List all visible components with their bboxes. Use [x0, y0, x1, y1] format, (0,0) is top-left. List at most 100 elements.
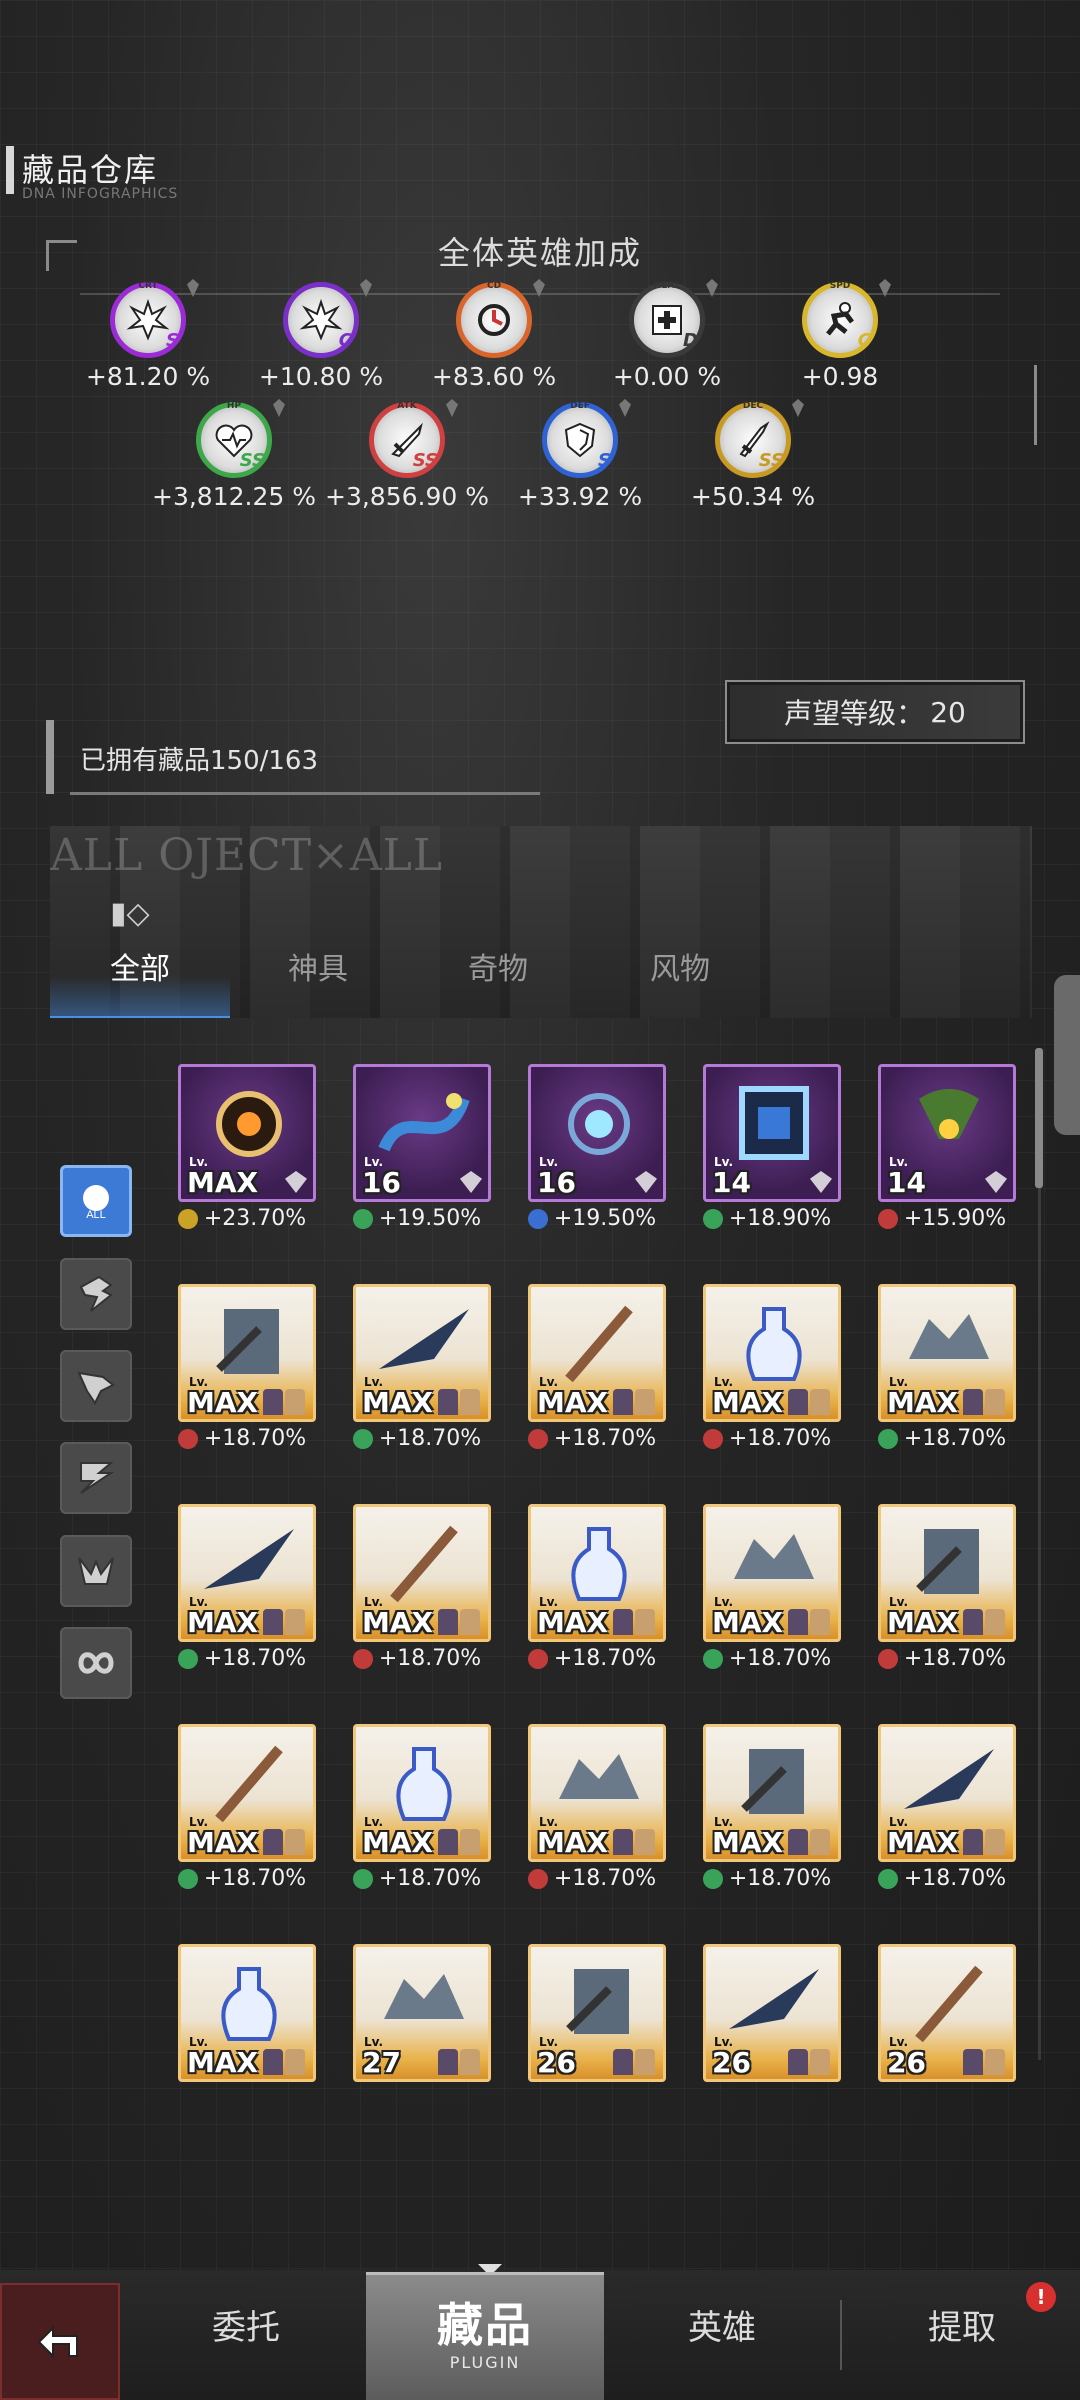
item-bonus: +18.70% [518, 1646, 666, 1671]
hero-avatar [985, 2049, 1005, 2075]
pin-icon [273, 399, 285, 417]
bonus-stat[interactable]: HP SS +3,812.25 % [149, 399, 319, 511]
hero-avatar [285, 1609, 305, 1635]
collection-item[interactable]: Lv. MAX +18.70% [352, 1504, 491, 1671]
item-art [746, 1307, 802, 1381]
filter-type-2[interactable] [60, 1350, 132, 1422]
item-bonus: +18.70% [343, 1646, 491, 1671]
stat-value: +33.92 % [517, 482, 643, 511]
item-art [565, 1305, 633, 1383]
collection-item[interactable]: Lv. 14 +18.90% [702, 1064, 841, 1231]
gem-icon [985, 1171, 1007, 1193]
bonus-stat[interactable]: DEF S +33.92 % [495, 399, 665, 511]
atk-stat-icon [177, 1428, 198, 1449]
collection-item[interactable]: Lv. 14 +15.90% [877, 1064, 1016, 1231]
collection-item[interactable]: Lv. MAX +18.70% [352, 1724, 491, 1891]
item-bonus-value: +18.70% [903, 1866, 1007, 1891]
item-card: Lv. 16 [528, 1064, 666, 1202]
bonus-stat[interactable]: C +10.80 % [236, 279, 406, 391]
collection-item[interactable]: Lv. MAX +18.70% [527, 1724, 666, 1891]
collection-item[interactable]: Lv. MAX [178, 1944, 316, 2082]
item-bonus: +15.90% [868, 1206, 1016, 1231]
collection-item[interactable]: Lv. 26 [528, 1944, 666, 2082]
item-level: 14 [712, 1166, 751, 1199]
stat-badge: HP SS [196, 399, 285, 478]
hero-avatar [635, 1389, 655, 1415]
stat-grade: SS [239, 450, 265, 471]
hero-avatar [613, 1829, 633, 1855]
collection-item[interactable]: Lv. MAX +18.70% [177, 1504, 316, 1671]
tab-curio[interactable]: 奇物 [468, 944, 528, 988]
back-button[interactable] [0, 2283, 120, 2400]
collection-item[interactable]: Lv. 27 [353, 1944, 491, 2082]
stat-grade: C [857, 330, 871, 351]
collection-item[interactable]: Lv. MAX +18.70% [177, 1724, 316, 1891]
stat-badge: SPD C [802, 279, 891, 358]
hero-avatar [810, 1609, 830, 1635]
item-level: MAX [712, 1826, 784, 1859]
atk-stat-icon [702, 1428, 723, 1449]
collection-item[interactable]: Lv. MAX +18.70% [352, 1284, 491, 1451]
filter-all[interactable]: ALL [60, 1165, 132, 1237]
item-bonus: +18.70% [343, 1866, 491, 1891]
bonus-stat[interactable]: DEC SS +50.34 % [668, 399, 838, 511]
item-art [734, 1534, 814, 1579]
hero-avatar [985, 1609, 1005, 1635]
bonus-stat[interactable]: CRT S +81.20 % [63, 279, 233, 391]
item-card: Lv. 27 [353, 1944, 491, 2082]
shield-icon [564, 422, 596, 458]
collection-item[interactable]: Lv. MAX +18.70% [877, 1284, 1016, 1451]
item-art [396, 1747, 452, 1821]
item-bonus: +23.70% [168, 1206, 316, 1231]
atk-stat-icon [527, 1868, 548, 1889]
hero-avatar [438, 1829, 458, 1855]
item-card: Lv. MAX [703, 1724, 841, 1862]
collection-item[interactable]: Lv. MAX +18.70% [177, 1284, 316, 1451]
filter-type-1[interactable] [60, 1258, 132, 1330]
item-bonus-value: +18.70% [378, 1646, 482, 1671]
collection-item[interactable]: Lv. 26 [703, 1944, 841, 2082]
hero-avatar [460, 1829, 480, 1855]
side-drawer-handle[interactable] [1054, 975, 1080, 1135]
bonus-stat[interactable]: ATK SS +3,856.90 % [322, 399, 492, 511]
tab-scenery[interactable]: 风物 [650, 944, 710, 988]
filter-type-4[interactable] [60, 1535, 132, 1607]
scrollbar-thumb[interactable] [1035, 1048, 1043, 1188]
filter-type-3[interactable] [60, 1442, 132, 1514]
item-art [204, 1529, 294, 1589]
nav-collection[interactable]: 藏品 PLUGIN [366, 2272, 604, 2400]
bonus-stat[interactable]: CD +83.60 % [409, 279, 579, 391]
collection-item[interactable]: Lv. MAX +18.70% [877, 1504, 1016, 1671]
collection-item[interactable]: Lv. MAX +23.70% [177, 1064, 316, 1231]
filter-type-5[interactable] [60, 1627, 132, 1699]
collection-item[interactable]: Lv. 16 +19.50% [352, 1064, 491, 1231]
hero-avatar [613, 2049, 633, 2075]
collection-item[interactable]: Lv. MAX +18.70% [702, 1284, 841, 1451]
speed-runner-icon [826, 302, 854, 336]
tab-all[interactable]: 全部 [110, 944, 170, 988]
nav-heroes[interactable]: 英雄 [642, 2300, 802, 2349]
stat-badge: DEC SS [715, 399, 804, 478]
collection-item[interactable]: Lv. 16 +19.50% [527, 1064, 666, 1231]
collection-item[interactable]: Lv. MAX +18.70% [702, 1724, 841, 1891]
tab-artifact[interactable]: 神具 [288, 944, 348, 988]
hero-avatar [460, 1389, 480, 1415]
prestige-level[interactable]: 声望等级： 20 [725, 680, 1025, 744]
bonus-stat[interactable]: HEAL D +0.00 % [582, 279, 752, 391]
collection-item[interactable]: Lv. MAX +18.70% [702, 1504, 841, 1671]
collection-item[interactable]: Lv. 26 [878, 1944, 1016, 2082]
bonus-stat[interactable]: SPD C +0.98 [755, 279, 925, 391]
nav-commission[interactable]: 委托 [166, 2300, 326, 2349]
item-level: MAX [362, 1606, 434, 1639]
scrollbar-track[interactable] [1038, 1050, 1041, 2060]
cooldown-icon [478, 304, 510, 336]
hero-avatar [635, 1829, 655, 1855]
item-bonus-value: +18.70% [203, 1646, 307, 1671]
collection-item[interactable]: Lv. MAX +18.70% [527, 1284, 666, 1451]
collection-item[interactable]: Lv. MAX +18.70% [877, 1724, 1016, 1891]
nav-extract[interactable]: 提取 [882, 2300, 1042, 2349]
item-bonus: +18.70% [168, 1646, 316, 1671]
item-bonus-value: +18.70% [378, 1866, 482, 1891]
stat-tag: CRT [138, 281, 158, 291]
collection-item[interactable]: Lv. MAX +18.70% [527, 1504, 666, 1671]
